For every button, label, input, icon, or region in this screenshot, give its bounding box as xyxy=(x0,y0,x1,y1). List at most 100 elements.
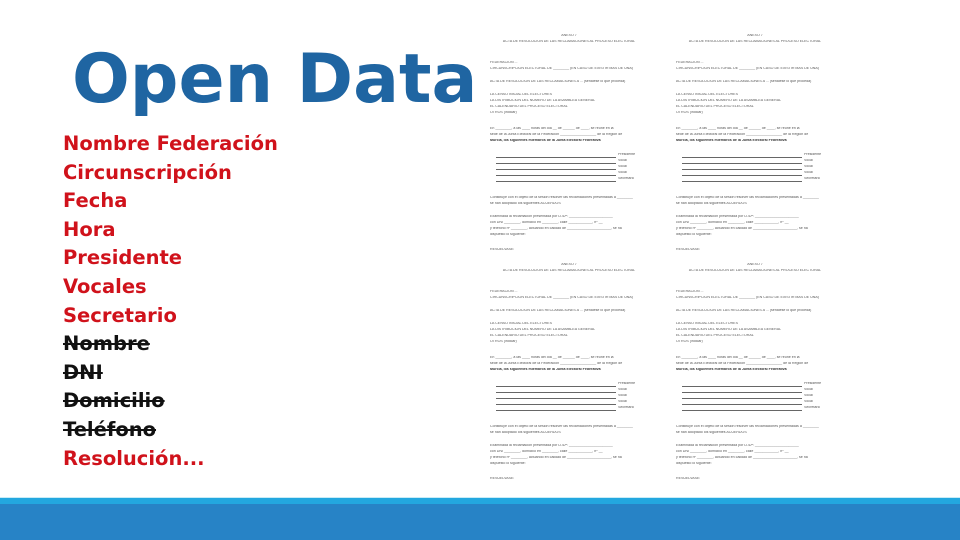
resolution-line: Constituye con el objeto de la sesión re… xyxy=(490,196,633,199)
claim-line: con DNI ________, domicilio en ________,… xyxy=(490,221,603,224)
section-label: ACTA DE RESOLUCIÓN DE LAS RECLAMACIONES … xyxy=(676,80,812,83)
field-item: Nombre Federación xyxy=(63,132,278,155)
option-item: OTROS (indicar) xyxy=(490,340,517,343)
resolution-line: se han adoptado los siguientes ACUERDOS xyxy=(676,431,747,434)
form-page: ANEXO 7 ACTA DE RESOLUCIÓN DE LAS RECLAM… xyxy=(664,259,846,488)
federation-label: FEDERACIÓN ... xyxy=(676,290,704,293)
member-role: Secretario xyxy=(804,177,821,180)
section-label: ACTA DE RESOLUCIÓN DE LAS RECLAMACIONES … xyxy=(490,309,626,312)
form-heading: ACTA DE RESOLUCIÓN DE LAS RECLAMACIONES … xyxy=(502,269,636,272)
member-role: Vocal xyxy=(804,400,813,403)
claim-line: y teléfono nº ________, actuando en cali… xyxy=(490,227,622,230)
option-item: LA CENSO INICIAL DEL ELECTORES xyxy=(490,93,552,96)
form-document-image: ANEXO 7 ACTA DE RESOLUCIÓN DE LAS RECLAM… xyxy=(478,30,843,488)
intro-line: sede de la Junta Electoral de la Federac… xyxy=(490,362,623,365)
slide-title: Open Data xyxy=(72,40,478,119)
federation-label: FEDERACIÓN ... xyxy=(490,61,518,64)
option-item: LA DISTRIBUCIÓN DEL NÚMERO DE LA ASAMBLE… xyxy=(676,99,782,102)
option-item: EL CALENDARIO DEL PROCESO ELECTORAL xyxy=(676,105,754,108)
field-item: Fecha xyxy=(63,189,128,213)
field-item: Hora xyxy=(63,217,116,241)
intro-line: En ________, a las ____ horas del día __… xyxy=(490,127,614,130)
member-role: Secretario xyxy=(618,177,635,180)
field-item: Resolución... xyxy=(63,446,205,470)
intro-line: Murcia, los siguientes miembros de la Ju… xyxy=(490,139,601,142)
intro-line: sede de la Junta Electoral de la Federac… xyxy=(676,362,809,365)
member-role: Vocal xyxy=(804,159,813,162)
form-heading: ACTA DE RESOLUCIÓN DE LAS RECLAMACIONES … xyxy=(688,269,822,272)
intro-line: Murcia, los siguientes miembros de la Ju… xyxy=(490,368,601,371)
field-item: Secretario xyxy=(63,303,177,327)
resolution-line: se han adoptado los siguientes ACUERDOS xyxy=(490,202,561,205)
option-item: LA DISTRIBUCIÓN DEL NÚMERO DE LA ASAMBLE… xyxy=(676,328,782,331)
field-item-struck: Teléfono xyxy=(63,417,157,441)
circ-label: CIRCUNSCRIPCIÓN ELECTORAL DE ________ (E… xyxy=(676,296,819,299)
claim-line: Examinada la reclamación presentada por … xyxy=(676,444,799,447)
member-role: Secretario xyxy=(618,406,635,409)
resolution-line: Constituye con el objeto de la sesión re… xyxy=(676,425,819,428)
claim-line: dispuesto lo siguiente: xyxy=(676,462,712,465)
member-role: Vocal xyxy=(618,159,627,162)
section-label: ACTA DE RESOLUCIÓN DE LAS RECLAMACIONES … xyxy=(676,309,812,312)
claim-line: con DNI ________, domicilio en ________,… xyxy=(490,450,603,453)
resolution-line: Constituye con el objeto de la sesión re… xyxy=(676,196,819,199)
claim-line: y teléfono nº ________, actuando en cali… xyxy=(676,227,808,230)
member-role: Vocal xyxy=(618,388,627,391)
footer-label: RESUELVASE: xyxy=(676,248,701,251)
section-label: ACTA DE RESOLUCIÓN DE LAS RECLAMACIONES … xyxy=(490,80,626,83)
annex-label: ANEXO 7 xyxy=(747,34,763,37)
intro-line: En ________, a las ____ horas del día __… xyxy=(676,356,800,359)
claim-line: y teléfono nº ________, actuando en cali… xyxy=(490,456,622,459)
member-role: Presidente xyxy=(804,382,822,385)
federation-label: FEDERACIÓN ... xyxy=(490,290,518,293)
member-role: Vocal xyxy=(618,394,627,397)
member-role: Vocal xyxy=(804,388,813,391)
intro-line: Murcia, los siguientes miembros de la Ju… xyxy=(676,139,787,142)
intro-line: En ________, a las ____ horas del día __… xyxy=(490,356,614,359)
footer-label: RESUELVASE: xyxy=(676,477,701,480)
option-item: EL CALENDARIO DEL PROCESO ELECTORAL xyxy=(676,334,754,337)
resolution-line: se han adoptado los siguientes ACUERDOS xyxy=(676,202,747,205)
field-item-struck: Domicilio xyxy=(63,389,165,413)
form-page: ANEXO 7 ACTA DE RESOLUCIÓN DE LAS RECLAM… xyxy=(478,30,660,259)
claim-line: con DNI ________, domicilio en ________,… xyxy=(676,450,789,453)
circ-label: CIRCUNSCRIPCIÓN ELECTORAL DE ________ (E… xyxy=(490,296,633,299)
intro-line: Murcia, los siguientes miembros de la Ju… xyxy=(676,368,787,371)
member-role: Vocal xyxy=(618,165,627,168)
option-item: EL CALENDARIO DEL PROCESO ELECTORAL xyxy=(490,334,568,337)
field-list: Nombre Federación Circunscripción Fecha … xyxy=(63,130,278,473)
federation-label: FEDERACIÓN ... xyxy=(676,61,704,64)
claim-line: con DNI ________, domicilio en ________,… xyxy=(676,221,789,224)
claim-line: y teléfono nº ________, actuando en cali… xyxy=(676,456,808,459)
footer-label: RESUELVASE: xyxy=(490,248,515,251)
option-item: LA CENSO INICIAL DEL ELECTORES xyxy=(676,93,738,96)
option-item: LA DISTRIBUCIÓN DEL NÚMERO DE LA ASAMBLE… xyxy=(490,99,596,102)
annex-label: ANEXO 7 xyxy=(747,263,763,266)
form-heading: ACTA DE RESOLUCIÓN DE LAS RECLAMACIONES … xyxy=(502,40,636,43)
field-item-struck: DNI xyxy=(63,360,103,384)
intro-line: En ________, a las ____ horas del día __… xyxy=(676,127,800,130)
member-role: Presidente xyxy=(618,382,636,385)
option-item: LA CENSO INICIAL DEL ELECTORES xyxy=(676,322,738,325)
form-page: ANEXO 7 ACTA DE RESOLUCIÓN DE LAS RECLAM… xyxy=(478,259,660,488)
annex-label: ANEXO 7 xyxy=(561,263,577,266)
claim-line: Examinada la reclamación presentada por … xyxy=(676,215,799,218)
circ-label: CIRCUNSCRIPCIÓN ELECTORAL DE ________ (E… xyxy=(490,67,633,70)
claim-line: dispuesto lo siguiente: xyxy=(490,462,526,465)
option-item: EL CALENDARIO DEL PROCESO ELECTORAL xyxy=(490,105,568,108)
field-item: Circunscripción xyxy=(63,160,232,184)
circ-label: CIRCUNSCRIPCIÓN ELECTORAL DE ________ (E… xyxy=(676,67,819,70)
intro-line: sede de la Junta Electoral de la Federac… xyxy=(490,133,623,136)
field-item-struck: Nombre xyxy=(63,332,150,356)
resolution-line: Constituye con el objeto de la sesión re… xyxy=(490,425,633,428)
member-role: Presidente xyxy=(618,153,636,156)
option-item: OTROS (indicar) xyxy=(676,111,703,114)
claim-line: dispuesto lo siguiente: xyxy=(490,233,526,236)
resolution-line: se han adoptado los siguientes ACUERDOS xyxy=(490,431,561,434)
member-role: Presidente xyxy=(804,153,822,156)
footer-bar xyxy=(0,504,960,540)
member-role: Vocal xyxy=(618,400,627,403)
member-role: Vocal xyxy=(804,394,813,397)
option-item: OTROS (indicar) xyxy=(676,340,703,343)
form-heading: ACTA DE RESOLUCIÓN DE LAS RECLAMACIONES … xyxy=(688,40,822,43)
